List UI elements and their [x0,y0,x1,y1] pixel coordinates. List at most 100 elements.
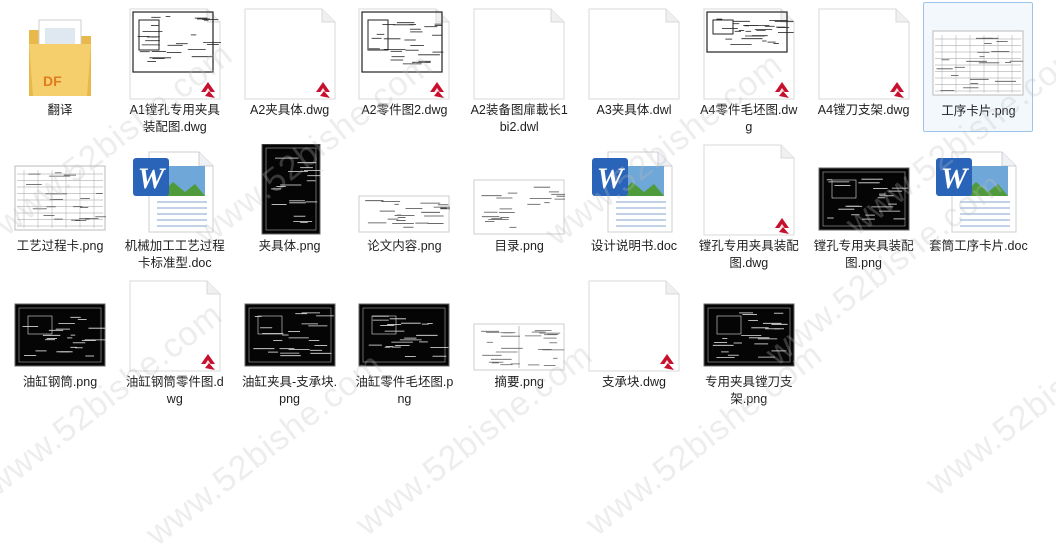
file-thumbnail [358,8,450,100]
file-thumbnail [244,144,336,236]
file-name-label: 油缸零件毛坯图.png [355,375,454,406]
file-name-label: 论文内容.png [367,239,442,253]
file-thumbnail [588,8,680,100]
dwg-file-icon [129,8,221,100]
image-thumbnail-icon [703,303,795,367]
image-thumbnail-icon [818,167,910,231]
word-doc-icon: W [132,151,214,233]
file-thumbnail [473,144,566,236]
file-item[interactable]: 工艺过程卡.png [5,138,115,268]
image-thumbnail-icon [932,30,1024,96]
file-name-label: 机械加工工艺过程卡标准型.doc [124,239,225,270]
file-name-label: 油缸钢筒零件图.dwg [125,375,224,406]
dwg-file-icon [244,8,336,100]
file-thumbnail [129,8,221,100]
file-item[interactable]: 专用夹具镗刀支架.png [694,274,804,406]
file-item[interactable]: 支承块.dwg [579,274,689,404]
file-grid: DF 翻译 A1镗孔专用夹具装配图.dwg A2夹具体.dwg A2零件图2.dwg A2… [0,0,1056,518]
image-thumbnail-icon [358,195,451,233]
file-item[interactable]: 摘要.png [464,274,574,404]
file-item[interactable]: W 设计说明书.doc [579,138,689,268]
file-item[interactable]: A2零件图2.dwg [349,2,459,132]
file-icon [473,8,565,100]
file-name-label: A2零件图2.dwg [361,103,448,117]
file-item[interactable]: DF 翻译 [5,2,115,132]
file-name-label: A2装备图扉載长1bi2.dwl [470,103,568,134]
dwg-file-icon [703,144,795,236]
file-name-label: A2夹具体.dwg [249,103,330,117]
file-thumbnail [14,144,106,236]
file-name-label: 目录.png [494,239,544,253]
dwg-file-icon [703,8,795,100]
file-thumbnail [473,280,565,372]
file-thumbnail [932,9,1024,101]
file-name-label: 专用夹具镗刀支架.png [705,375,793,406]
file-item[interactable]: 油缸钢筒零件图.dwg [120,274,230,406]
file-name-label: 油缸夹具-支承块.png [242,375,338,406]
file-thumbnail: W [588,144,680,236]
dwg-file-icon [358,8,450,100]
file-name-label: 镗孔专用夹具装配图.png [813,239,914,270]
file-name-label: 设计说明书.doc [590,239,678,253]
file-item[interactable]: A4镗刀支架.dwg [809,2,919,132]
dwg-file-icon [588,280,680,372]
file-thumbnail [358,280,450,372]
image-thumbnail-icon [473,179,566,235]
file-thumbnail: W [129,144,221,236]
file-thumbnail [244,8,336,100]
file-thumbnail [129,280,221,372]
file-name-label: 镗孔专用夹具装配图.dwg [698,239,799,270]
file-thumbnail [818,8,910,100]
word-doc-icon: W [936,151,1017,233]
word-doc-icon: W [592,151,673,233]
file-item[interactable]: 论文内容.png [349,138,459,268]
file-name-label: A4零件毛坯图.dwg [700,103,798,134]
file-item[interactable]: 油缸夹具-支承块.png [235,274,345,406]
file-item[interactable]: A1镗孔专用夹具装配图.dwg [120,2,230,134]
file-name-label: 油缸钢筒.png [22,375,98,389]
file-name-label: A3夹具体.dwl [596,103,672,117]
file-thumbnail [703,144,795,236]
file-item[interactable]: 工序卡片.png [923,2,1034,132]
image-thumbnail-icon [261,144,325,235]
image-thumbnail-icon [473,323,565,371]
folder-icon: DF [29,19,91,96]
file-item[interactable]: W 机械加工工艺过程卡标准型.doc [120,138,230,270]
file-thumbnail: DF [14,8,106,100]
file-item[interactable]: A4零件毛坯图.dwg [694,2,804,134]
file-item[interactable]: 油缸零件毛坯图.png [349,274,459,406]
file-item[interactable]: W 套筒工序卡片.doc [923,138,1033,268]
file-name-label: 摘要.png [494,375,544,389]
file-item[interactable]: A3夹具体.dwl [579,2,689,132]
file-name-label: 夹具体.png [258,239,321,253]
image-thumbnail-icon [244,303,336,367]
file-name-label: 套筒工序卡片.doc [929,239,1028,253]
file-item[interactable]: A2装备图扉載长1bi2.dwl [464,2,574,134]
file-item[interactable]: 夹具体.png [235,138,345,268]
file-name-label: 翻译 [47,103,73,117]
file-thumbnail [14,280,106,372]
file-thumbnail [473,8,565,100]
svg-text:DF: DF [43,73,62,89]
image-thumbnail-icon [358,303,450,367]
svg-text:W: W [597,162,626,195]
file-thumbnail [703,280,795,372]
file-name-label: 工序卡片.png [941,104,1016,118]
svg-text:W: W [941,162,970,195]
svg-text:W: W [137,162,166,195]
file-item[interactable]: A2夹具体.dwg [235,2,345,132]
file-thumbnail [358,144,451,236]
file-thumbnail: W [932,144,1024,236]
file-item[interactable]: 油缸钢筒.png [5,274,115,404]
dwg-file-icon [129,280,221,372]
dwg-file-icon [818,8,910,100]
file-name-label: A4镗刀支架.dwg [817,103,910,117]
file-item[interactable]: 目录.png [464,138,574,268]
file-item[interactable]: 镗孔专用夹具装配图.png [809,138,919,270]
file-name-label: 支承块.dwg [602,375,666,389]
file-icon [588,8,680,100]
image-thumbnail-icon [14,165,106,231]
file-thumbnail [703,8,795,100]
image-thumbnail-icon [14,303,106,367]
file-item[interactable]: 镗孔专用夹具装配图.dwg [694,138,804,270]
